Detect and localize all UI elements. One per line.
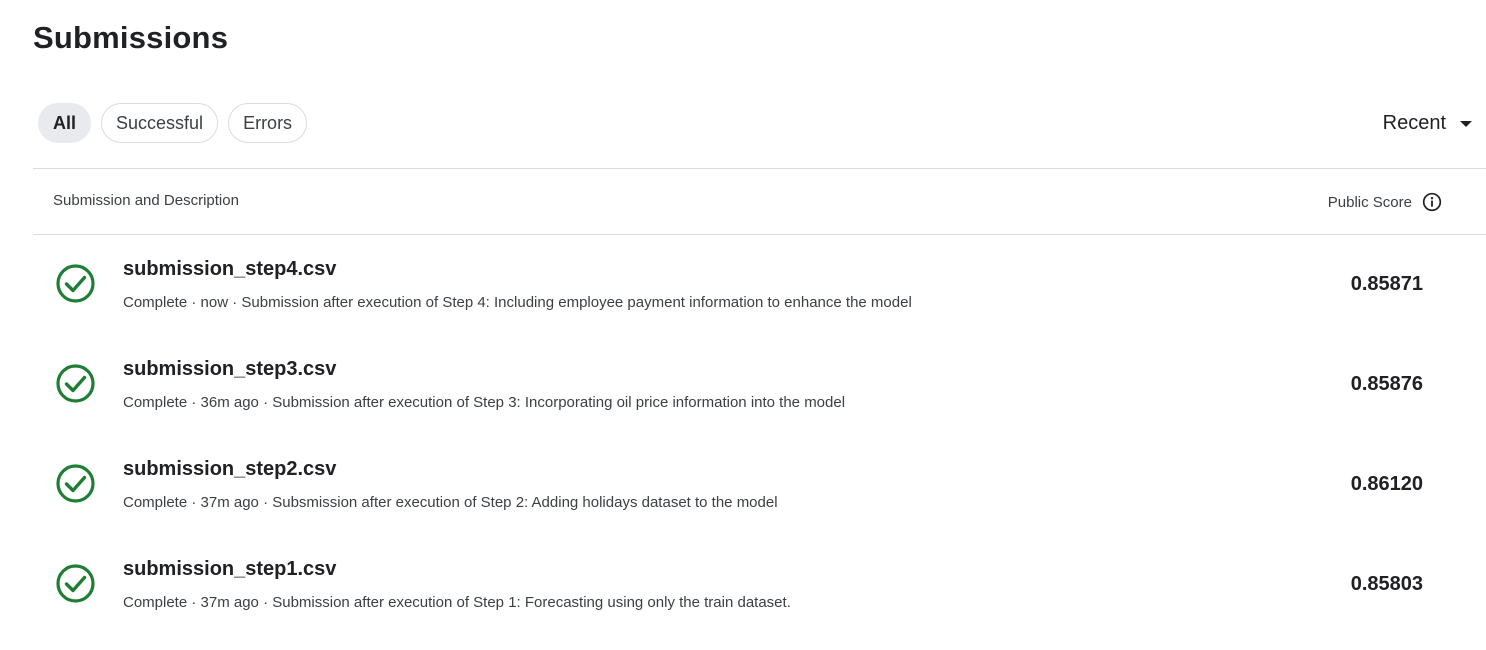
info-icon[interactable] [1422, 192, 1442, 212]
public-score: 0.86120 [1350, 473, 1423, 495]
divider [33, 168, 1486, 169]
submission-file-name[interactable]: submission_step2.csv [123, 458, 336, 481]
public-score: 0.85803 [1350, 573, 1423, 595]
column-header-score: Public Score [1328, 192, 1442, 212]
check-circle-icon [56, 464, 95, 503]
column-header-submission: Submission and Description [53, 192, 239, 209]
check-circle-icon [56, 364, 95, 403]
filter-errors-chip[interactable]: Errors [228, 103, 308, 143]
check-circle-icon [56, 564, 95, 603]
submission-description: Complete · 37m ago · Submission after ex… [123, 594, 791, 611]
submission-description: Complete · 36m ago · Submission after ex… [123, 394, 846, 411]
filter-all-chip[interactable]: All [38, 103, 92, 143]
sort-label: Recent [1382, 111, 1446, 134]
filter-successful-chip[interactable]: Successful [101, 103, 219, 143]
submission-list: submission_step4.csv Complete · now · Su… [0, 250, 1486, 650]
submission-file-name[interactable]: submission_step4.csv [123, 258, 336, 281]
check-circle-icon [56, 264, 95, 303]
filter-chips: All Successful Errors [38, 103, 308, 143]
public-score: 0.85876 [1350, 373, 1423, 395]
submission-description: Complete · 37m ago · Subsmission after e… [123, 494, 778, 511]
submission-file-name[interactable]: submission_step1.csv [123, 558, 336, 581]
sort-dropdown[interactable]: Recent [1383, 103, 1472, 143]
submission-row: submission_step4.csv Complete · now · Su… [0, 250, 1486, 350]
submission-row: submission_step3.csv Complete · 36m ago … [0, 350, 1486, 450]
submission-row: submission_step2.csv Complete · 37m ago … [0, 450, 1486, 550]
page-title: Submissions [33, 20, 229, 55]
column-header-score-label: Public Score [1327, 193, 1412, 211]
submission-file-name[interactable]: submission_step3.csv [123, 358, 336, 381]
submission-description: Complete · now · Submission after execut… [123, 294, 912, 311]
divider [33, 234, 1486, 235]
caret-down-icon [1460, 121, 1472, 127]
public-score: 0.85871 [1350, 273, 1423, 295]
submission-row: submission_step1.csv Complete · 37m ago … [0, 550, 1486, 650]
